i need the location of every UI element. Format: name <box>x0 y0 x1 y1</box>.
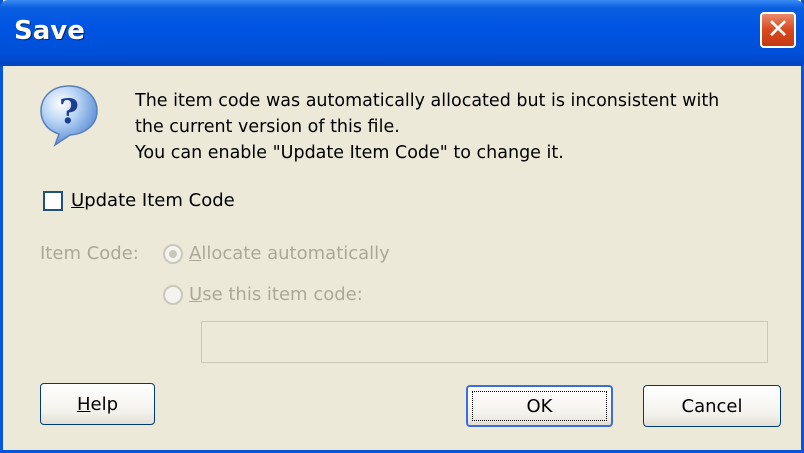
title-bar[interactable]: Save ✕ <box>0 0 804 66</box>
update-item-code-checkbox[interactable]: Update Item Code <box>43 190 235 211</box>
item-code-label: Item Code: <box>40 243 139 264</box>
message-line: You can enable "Update Item Code" to cha… <box>135 143 564 163</box>
window-title: Save <box>14 16 85 46</box>
use-this-item-code-radio[interactable]: Use this item code: <box>163 284 363 305</box>
update-item-code-label[interactable]: Update Item Code <box>71 190 235 211</box>
help-button[interactable]: Help <box>40 383 155 425</box>
message-text: The item code was automatically allocate… <box>135 88 719 166</box>
allocate-automatically-radio[interactable]: Allocate automatically <box>163 243 390 264</box>
checkbox-box[interactable] <box>43 190 63 211</box>
question-icon: ? <box>40 85 98 147</box>
radio-button[interactable] <box>163 243 183 264</box>
item-code-input[interactable] <box>201 321 768 363</box>
message-line: The item code was automatically allocate… <box>135 91 720 111</box>
save-dialog: Save ✕ ? The item code was automatically… <box>0 0 804 453</box>
allocate-automatically-label[interactable]: Allocate automatically <box>189 243 390 264</box>
close-icon: ✕ <box>766 14 790 45</box>
ok-button[interactable]: OK <box>466 385 613 427</box>
cancel-button[interactable]: Cancel <box>643 385 781 427</box>
message-line: the current version of this file. <box>135 117 400 137</box>
close-button[interactable]: ✕ <box>760 12 796 48</box>
use-this-item-code-label[interactable]: Use this item code: <box>189 284 363 305</box>
svg-text:?: ? <box>59 92 79 132</box>
radio-button[interactable] <box>163 284 183 305</box>
